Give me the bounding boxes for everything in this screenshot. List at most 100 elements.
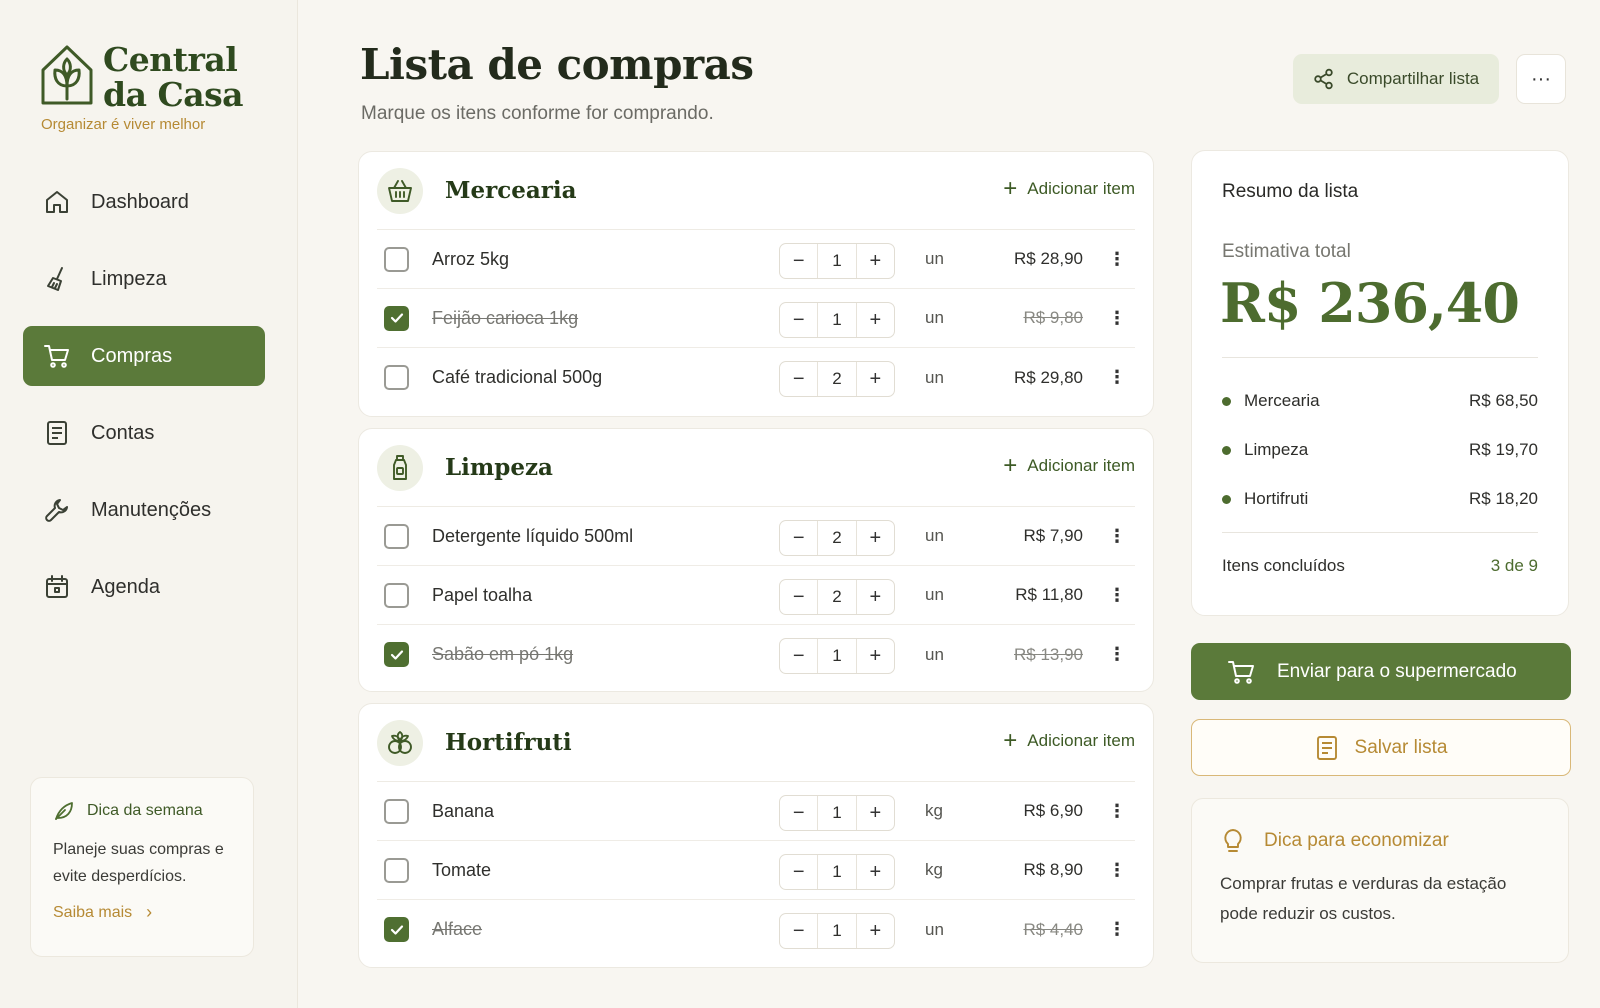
send-to-supermarket-button[interactable]: Enviar para o supermercado [1191,643,1571,700]
check-icon [390,313,403,323]
item-unit: un [925,367,944,387]
item-checkbox[interactable] [384,365,409,390]
item-name: Alface [432,919,483,939]
category-card-limpeza: Limpeza + Adicionar item Detergente líqu… [358,428,1154,692]
sidebar-item-manutencoes[interactable]: Manutenções [23,480,265,540]
decrement-button[interactable]: − [780,855,817,889]
increment-button[interactable]: + [857,580,894,614]
item-checkbox[interactable] [384,246,409,272]
tip-of-week-title: Dica da semana [53,800,231,822]
item-checkbox[interactable] [384,582,409,608]
sidebar-item-label: Agenda [91,575,160,598]
decrement-button[interactable]: − [780,639,817,673]
add-item-button[interactable]: + Adicionar item [1003,454,1135,478]
increment-button[interactable]: + [857,244,894,278]
list-item: Sabão em pó 1kg − 1 + un R$ 13,90 ⋮ [377,625,1135,684]
check-icon [390,649,403,660]
category-header: Mercearia + Adicionar item [377,152,1135,230]
item-checkbox[interactable] [384,305,409,331]
item-checkbox[interactable] [384,798,409,824]
item-checkbox[interactable] [384,917,409,942]
quantity-stepper: − 2 + [779,361,895,397]
item-menu-icon[interactable]: ⋮ [1108,585,1126,606]
item-list: Banana − 1 + kg R$ 6,90 ⋮ Tomate − 1 + k… [359,782,1153,959]
item-menu-icon[interactable]: ⋮ [1108,801,1126,822]
item-menu-icon[interactable]: ⋮ [1108,308,1126,329]
summary-row-mercearia: Mercearia R$ 68,50 [1222,389,1538,413]
chevron-right-icon: › [146,902,153,922]
item-checkbox[interactable] [384,857,409,883]
quantity-value: 1 [817,244,857,278]
sidebar-nav: Dashboard Limpeza Compras Contas Manuten… [23,172,265,634]
estimate-label: Estimativa total [1222,241,1351,262]
item-menu-icon[interactable]: ⋮ [1108,249,1126,270]
item-menu-icon[interactable]: ⋮ [1108,860,1126,881]
item-name: Arroz 5kg [432,248,510,269]
item-menu-icon[interactable]: ⋮ [1108,644,1126,665]
item-menu-icon[interactable]: ⋮ [1108,367,1126,388]
home-icon [43,188,71,216]
item-menu-icon[interactable]: ⋮ [1108,526,1126,547]
item-price: R$ 4,40 [1023,919,1083,939]
wrench-icon [43,496,71,524]
document-icon [1316,735,1337,760]
item-checkbox[interactable] [384,523,409,549]
decrement-button[interactable]: − [780,580,817,614]
decrement-button[interactable]: − [780,362,817,396]
category-title: Mercearia [445,177,577,204]
list-item: Tomate − 1 + kg R$ 8,90 ⋮ [377,841,1135,900]
add-item-button[interactable]: + Adicionar item [1003,177,1135,201]
add-item-button[interactable]: + Adicionar item [1003,729,1135,753]
sidebar-item-limpeza[interactable]: Limpeza [23,249,265,309]
item-price: R$ 9,80 [1023,308,1083,327]
quantity-value: 1 [817,303,857,337]
estimate-total: R$ 236,40 [1220,271,1520,335]
lightbulb-icon [1224,829,1242,852]
item-list: Arroz 5kg − 1 + un R$ 28,90 ⋮ Feijão car… [359,230,1153,407]
item-name: Papel toalha [432,584,533,605]
increment-button[interactable]: + [857,855,894,889]
increment-button[interactable]: + [857,303,894,337]
brand-logo[interactable]: Central da Casa Organizar é viver melhor [40,42,280,137]
item-price: R$ 11,80 [1015,585,1083,604]
decrement-button[interactable]: − [780,303,817,337]
item-price: R$ 13,90 [1014,644,1083,664]
quantity-value: 2 [817,580,857,614]
calendar-icon [43,573,71,601]
item-unit: un [925,308,944,327]
save-list-button[interactable]: Salvar lista [1191,719,1571,776]
bullet-dot [1222,396,1231,406]
basket-icon [377,167,423,214]
decrement-button[interactable]: − [780,796,817,830]
decrement-button[interactable]: − [780,914,817,948]
decrement-button[interactable]: − [780,521,817,555]
bottle-icon [377,444,423,491]
increment-button[interactable]: + [857,796,894,830]
learn-more-link[interactable]: Saiba mais › [53,902,231,923]
sidebar-item-label: Compras [91,344,173,367]
item-menu-icon[interactable]: ⋮ [1108,919,1126,940]
sidebar-item-contas[interactable]: Contas [23,403,265,463]
increment-button[interactable]: + [857,914,894,948]
quantity-stepper: − 1 + [779,302,895,338]
increment-button[interactable]: + [857,521,894,555]
category-card-mercearia: Mercearia + Adicionar item Arroz 5kg − 1… [358,151,1154,417]
sidebar-item-dashboard[interactable]: Dashboard [23,172,265,232]
tip-of-week-card: Dica da semana Planeje suas compras e ev… [30,777,254,957]
list-item: Detergente líquido 500ml − 2 + un R$ 7,9… [377,507,1135,566]
increment-button[interactable]: + [857,362,894,396]
sidebar-item-compras[interactable]: Compras [23,326,265,386]
item-checkbox[interactable] [384,642,409,667]
item-price: R$ 7,90 [1023,526,1083,545]
savings-tip-text: Comprar frutas e verduras da estação pod… [1220,874,1507,923]
more-options-button[interactable]: ··· [1516,54,1566,104]
item-unit: un [925,526,944,545]
item-unit: un [925,644,944,664]
decrement-button[interactable]: − [780,244,817,278]
quantity-stepper: − 1 + [779,243,895,279]
house-leaf-icon [41,45,93,105]
sidebar-item-agenda[interactable]: Agenda [23,557,265,617]
increment-button[interactable]: + [857,639,894,673]
item-name: Banana [432,800,495,821]
share-list-button[interactable]: Compartilhar lista [1293,54,1499,104]
